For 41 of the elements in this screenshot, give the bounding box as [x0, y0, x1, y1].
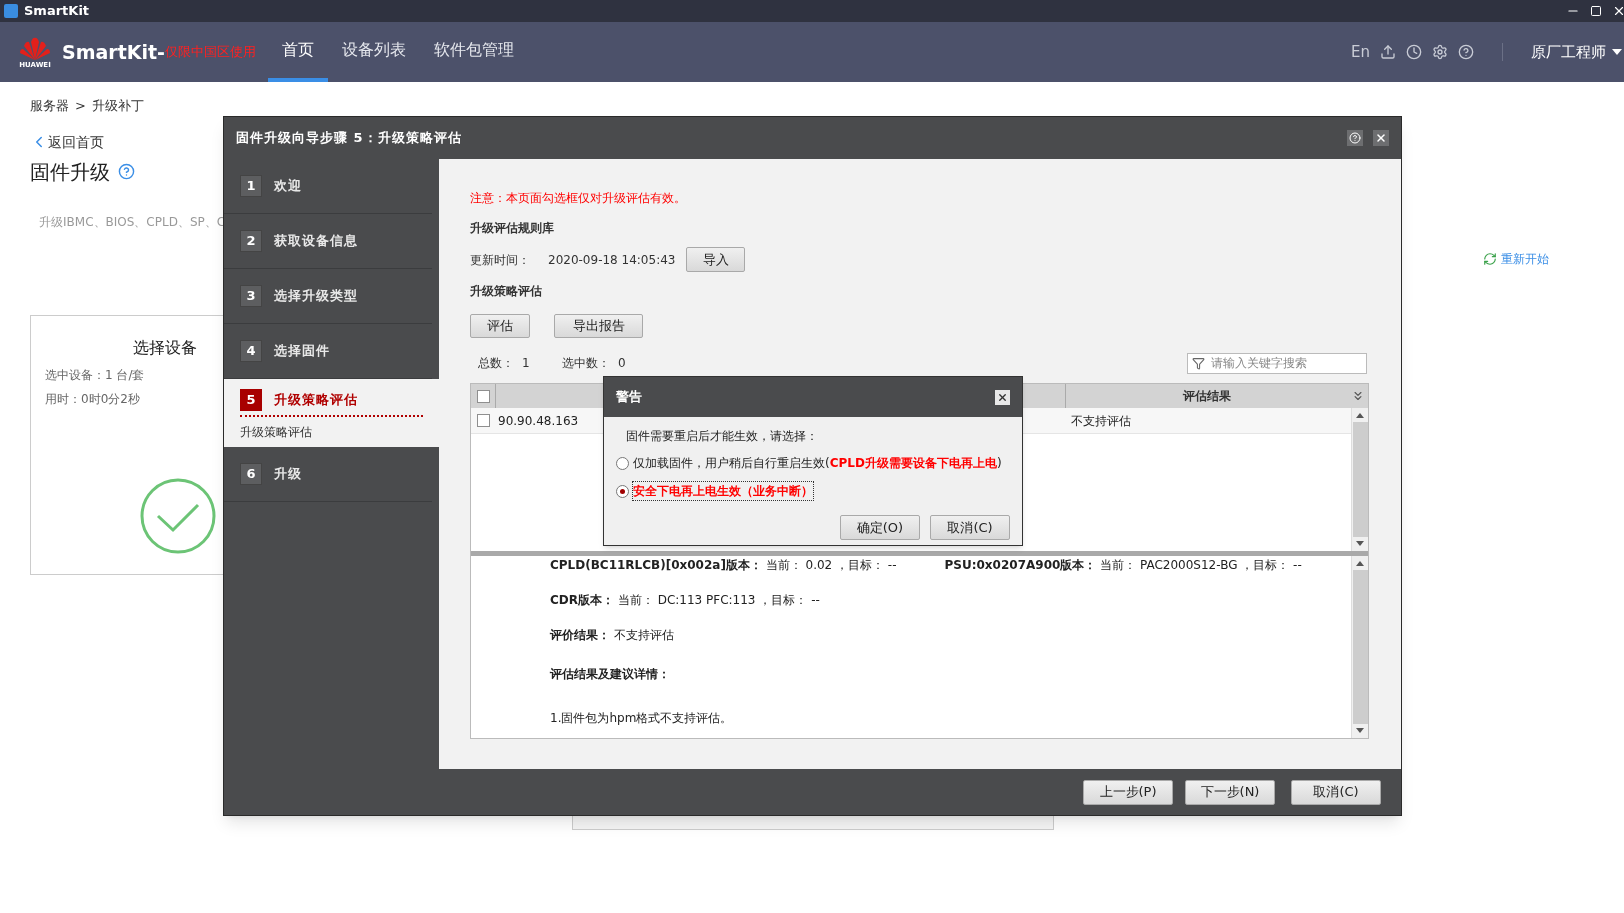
total-count: 1 [522, 355, 531, 372]
table-cell-text: 90.90.48.163 [497, 412, 580, 430]
detail-line: 评价结果： 不支持评估 [550, 627, 674, 644]
detail-line: PSU:0x0207A900版本： 当前： PAC2000S12-BG ，目标： -- [944, 557, 1302, 574]
detail-heading: 评估结果及建议详情： [550, 666, 671, 683]
detail-line: CPLD(BC11RLCB)[0x002a]版本： 当前： 0.02 ，目标： -- [550, 557, 897, 574]
page-title: 固件升级 [30, 158, 110, 186]
card-info: 选中设备：1 台/套 [45, 366, 145, 384]
step-number: 3 [240, 285, 262, 307]
card-title: 选择设备 [132, 336, 198, 359]
selected-label: 选中数： [562, 355, 610, 372]
step-number: 5 [240, 389, 262, 411]
step-label: 升级策略评估 [274, 391, 358, 410]
section-heading: 升级策略评估 [470, 283, 543, 300]
step-label: 欢迎 [274, 177, 302, 196]
card-info: 用时：0时0分2秒 [45, 390, 140, 408]
notice-text: 注意：本页面勾选框仅对升级评估有效。 [470, 190, 687, 207]
total-label: 总数： [478, 355, 514, 372]
brand-note: 仅限中国区使用 [164, 43, 256, 62]
breadcrumb-separator: > [75, 97, 86, 115]
detail-text: 1.固件包为hpm格式不支持评估。 [550, 710, 734, 727]
step-number: 2 [240, 230, 262, 252]
warning-message: 固件需要重启后才能生效，请选择： [626, 428, 819, 445]
step-label: 选择固件 [274, 342, 330, 361]
brand-name: SmartKit- [62, 39, 165, 65]
step-label: 选择升级类型 [274, 287, 358, 306]
step-number: 1 [240, 175, 262, 197]
table-cell-text: 不支持评估 [1070, 412, 1131, 430]
step-number: 6 [240, 463, 262, 485]
dialog-title: 警告 [616, 388, 642, 407]
step-label: 获取设备信息 [274, 232, 358, 251]
dialog-title: 固件升级向导步骤 5：升级策略评估 [236, 129, 462, 148]
field-label: 更新时间： [470, 251, 531, 269]
step-label: 升级 [274, 465, 302, 484]
step-number: 4 [240, 340, 262, 362]
detail-line: CDR版本： 当前： DC:113 PFC:113 ，目标： -- [550, 592, 820, 609]
section-heading: 升级评估规则库 [470, 220, 555, 237]
selected-count: 0 [618, 355, 626, 372]
window-title: SmartKit [24, 2, 90, 21]
step-subtitle: 升级策略评估 [240, 424, 313, 441]
update-time: 2020-09-18 14:05:43 [548, 251, 677, 269]
